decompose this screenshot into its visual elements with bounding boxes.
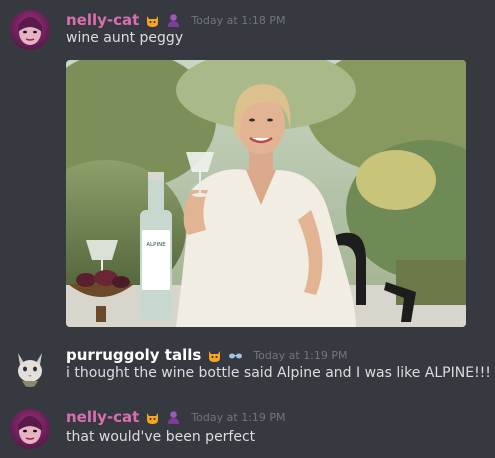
message-text: wine aunt peggy (66, 30, 184, 46)
image-attachment[interactable]: ALPINE (66, 60, 466, 327)
message-group: nelly-cat Today at 1:18 PM wine aunt peg… (0, 8, 495, 328)
username[interactable]: purruggoly talls (66, 346, 201, 364)
purple-figure-icon (166, 13, 181, 28)
username[interactable]: nelly-cat (66, 408, 139, 426)
bottle-label-text: ALPINE (146, 242, 166, 248)
message-text: i thought the wine bottle said Alpine an… (66, 365, 491, 381)
avatar[interactable] (10, 347, 50, 387)
timestamp: Today at 1:19 PM (253, 348, 348, 362)
message-header: purruggoly talls Today at 1:19 PM (66, 345, 348, 365)
cat-face-icon (145, 410, 160, 425)
timestamp: Today at 1:18 PM (191, 13, 286, 27)
message-group: nelly-cat Today at 1:19 PM that would've… (0, 407, 495, 455)
message-header: nelly-cat Today at 1:19 PM (66, 407, 286, 427)
sunglasses-icon (228, 348, 243, 363)
timestamp: Today at 1:19 PM (191, 410, 286, 424)
purple-figure-icon (166, 410, 181, 425)
cat-face-icon (145, 13, 160, 28)
username[interactable]: nelly-cat (66, 11, 139, 29)
message-text: that would've been perfect (66, 429, 256, 445)
message-header: nelly-cat Today at 1:18 PM (66, 10, 286, 30)
avatar[interactable] (10, 409, 50, 449)
message-group: purruggoly talls Today at 1:19 PM i thou… (0, 345, 495, 393)
avatar[interactable] (10, 10, 50, 50)
cat-face-icon (207, 348, 222, 363)
